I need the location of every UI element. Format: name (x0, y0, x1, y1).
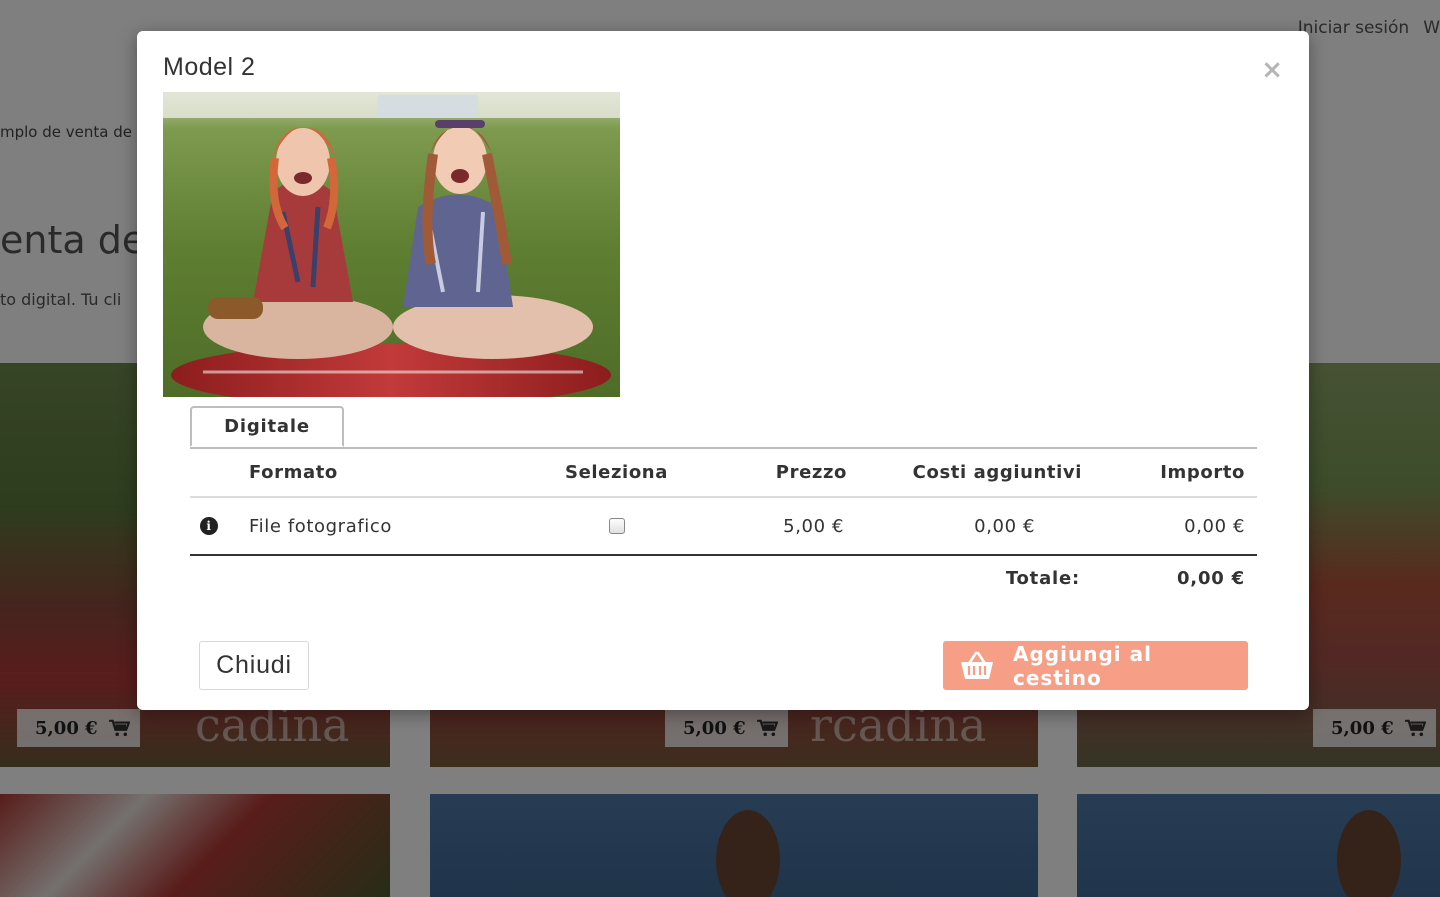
product-modal: Model 2 × Digitale Formato Seleziona Pre… (137, 31, 1309, 710)
close-button[interactable]: Chiudi (199, 641, 309, 690)
table-row: i File fotografico 5,00 € 0,00 € 0,00 € (190, 498, 1257, 556)
row-price: 5,00 € (783, 515, 844, 537)
info-icon[interactable]: i (200, 517, 218, 535)
info-cell: i (198, 498, 220, 554)
total-value: 0,00 € (1176, 568, 1245, 589)
format-table: Formato Seleziona Prezzo Costi aggiuntiv… (190, 448, 1257, 601)
total-row: Totale: 0,00 € (190, 556, 1257, 601)
basket-icon (959, 650, 995, 682)
header-format: Formato (249, 461, 338, 483)
select-cell (568, 498, 665, 554)
add-to-cart-button[interactable]: Aggiungi al cestino (943, 641, 1248, 690)
header-select: Seleziona (565, 461, 668, 483)
product-photo (163, 92, 620, 397)
header-price: Prezzo (775, 461, 847, 483)
format-tabs: Digitale (190, 406, 1257, 449)
row-extra-costs: 0,00 € (974, 515, 1035, 537)
close-icon[interactable]: × (1261, 57, 1283, 83)
row-amount: 0,00 € (1184, 515, 1245, 537)
add-to-cart-label: Aggiungi al cestino (1013, 641, 1152, 690)
table-header: Formato Seleziona Prezzo Costi aggiuntiv… (190, 448, 1257, 498)
tab-digitale[interactable]: Digitale (190, 406, 344, 447)
modal-title: Model 2 (163, 53, 256, 81)
select-checkbox[interactable] (608, 518, 625, 534)
header-amount: Importo (1160, 461, 1245, 483)
row-format: File fotografico (249, 515, 392, 537)
header-extra-costs: Costi aggiuntivi (912, 461, 1082, 483)
total-label: Totale: (1005, 568, 1080, 589)
